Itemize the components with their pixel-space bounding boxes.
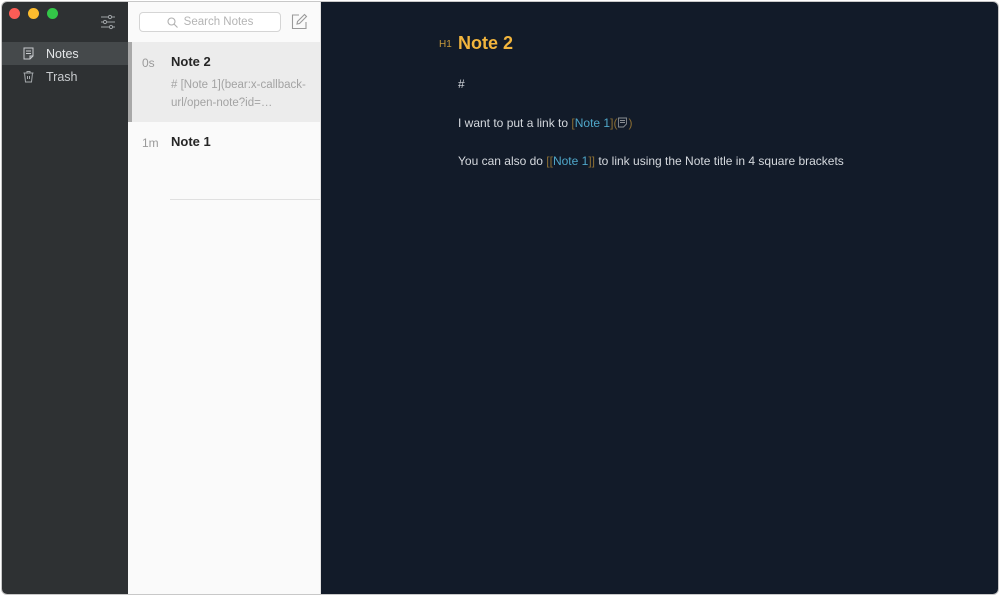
search-input[interactable]: Search Notes xyxy=(139,12,281,32)
sidebar-item-notes[interactable]: Notes xyxy=(2,42,128,65)
note-heading[interactable]: Note 2 xyxy=(458,33,513,54)
note-list-item[interactable]: 0s Note 2 # [Note 1](bear:x-callback-url… xyxy=(128,42,320,122)
note-list-item[interactable]: 1m Note 1 xyxy=(128,122,320,202)
close-window-button[interactable] xyxy=(9,8,20,19)
note-separator xyxy=(170,199,320,200)
maximize-window-button[interactable] xyxy=(47,8,58,19)
sidebar: Notes Trash xyxy=(2,2,128,594)
note-link[interactable]: Note 1 xyxy=(575,116,610,130)
sidebar-item-label: Trash xyxy=(46,69,78,84)
note-title: Note 2 xyxy=(171,54,211,69)
sliders-icon[interactable] xyxy=(100,14,116,30)
trash-icon xyxy=(23,71,34,83)
note-preview: # [Note 1](bear:x-callback-url/open-note… xyxy=(171,79,306,109)
editor-line-hash[interactable]: # xyxy=(458,77,465,91)
line-text: I want to put a link to xyxy=(458,116,572,130)
app-window: Notes Trash Search Notes 0s Note 2 # [No… xyxy=(2,2,998,594)
link-bracket: ) xyxy=(628,116,633,130)
search-icon xyxy=(167,16,178,28)
editor-line-wikilink[interactable]: You can also do [[Note 1]] to link using… xyxy=(458,154,844,168)
hash-text: # xyxy=(458,77,465,91)
sidebar-item-trash[interactable]: Trash xyxy=(2,65,128,88)
wiki-link[interactable]: Note 1 xyxy=(553,154,588,168)
line-text: to link using the Note title in 4 square… xyxy=(595,154,844,168)
compose-icon[interactable] xyxy=(290,13,308,31)
notes-icon xyxy=(23,47,34,60)
editor-line-link[interactable]: I want to put a link to [Note 1]() xyxy=(458,116,632,130)
note-title: Note 1 xyxy=(171,134,211,149)
note-list-panel: Search Notes 0s Note 2 # [Note 1](bear:x… xyxy=(128,2,321,594)
note-reference-icon[interactable] xyxy=(617,117,628,128)
window-controls xyxy=(9,8,58,19)
search-placeholder: Search Notes xyxy=(183,16,254,28)
minimize-window-button[interactable] xyxy=(28,8,39,19)
link-bracket: [[ xyxy=(546,154,553,168)
note-time: 1m xyxy=(142,136,159,150)
heading-marker: H1 xyxy=(439,39,452,50)
link-bracket: ]( xyxy=(610,116,618,130)
editor[interactable]: H1 Note 2 # I want to put a link to [Not… xyxy=(321,2,998,594)
note-time: 0s xyxy=(142,56,155,70)
line-text: You can also do xyxy=(458,154,547,168)
link-bracket: ]] xyxy=(588,154,595,168)
sidebar-item-label: Notes xyxy=(46,46,79,61)
